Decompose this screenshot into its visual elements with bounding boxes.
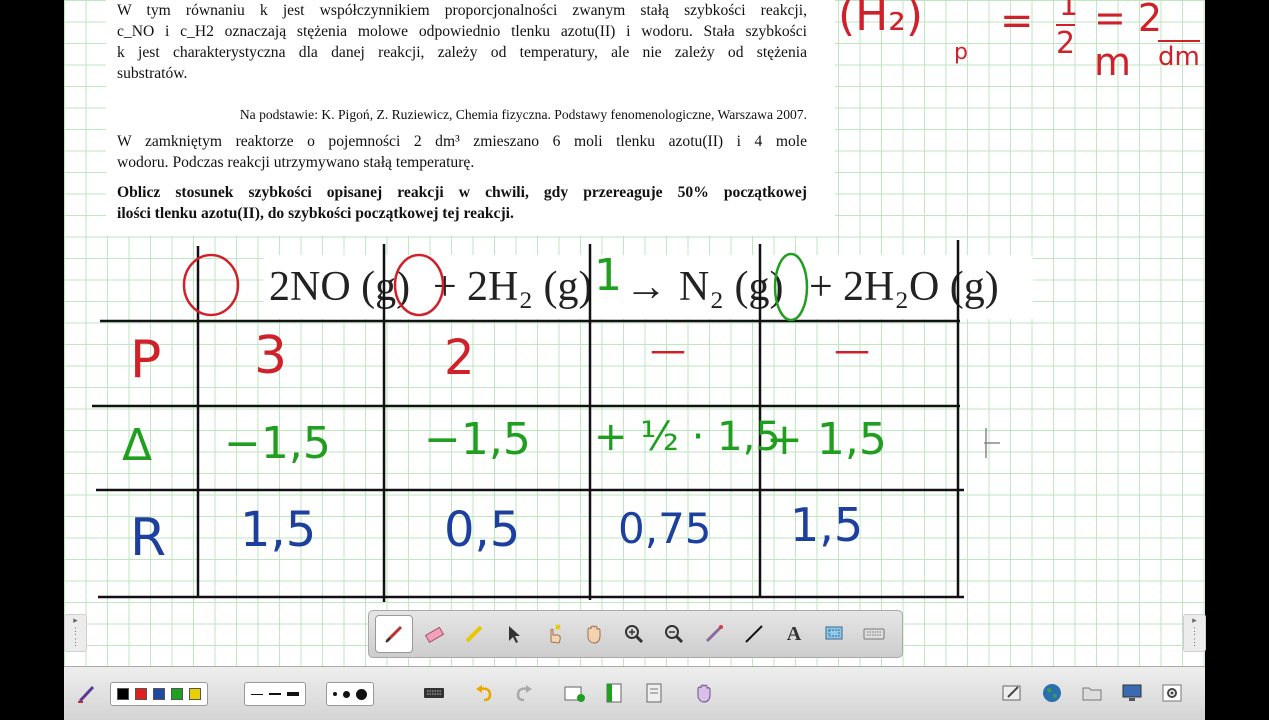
- scroll-left-handle[interactable]: ▸ ⋮ ⋮: [64, 614, 87, 652]
- redo-icon[interactable]: [510, 679, 538, 707]
- coefficient-circles: [182, 253, 445, 317]
- cell-n2-initial: —: [650, 330, 686, 371]
- pen-properties-icon[interactable]: [72, 679, 100, 707]
- globe-icon[interactable]: [1038, 679, 1066, 707]
- line-width-thin[interactable]: [251, 693, 263, 695]
- point-size-large[interactable]: [356, 688, 367, 700]
- note-denominator: 2: [1056, 24, 1076, 61]
- cell-no-equilibrium: 1,5: [240, 502, 317, 558]
- point-size-small[interactable]: [333, 692, 337, 696]
- screen-capture-icon[interactable]: [815, 615, 853, 653]
- cell-no-initial: 3: [254, 326, 288, 386]
- page-sorter-icon[interactable]: [600, 679, 628, 707]
- color-swatch-red[interactable]: [135, 688, 147, 700]
- note-subscript-p: p: [954, 40, 968, 65]
- note-unit: dm: [1158, 40, 1200, 72]
- scroll-right-handle[interactable]: ▸ ⋮ ⋮: [1183, 614, 1206, 652]
- text-tool-label: A: [786, 622, 802, 645]
- pointer-hand-icon[interactable]: [535, 615, 573, 653]
- keyboard-icon[interactable]: [420, 679, 448, 707]
- select-arrow-icon[interactable]: [495, 615, 533, 653]
- line-width-selector: [244, 682, 306, 706]
- color-swatch-green[interactable]: [171, 688, 183, 700]
- coefficient-one: 1: [594, 250, 622, 301]
- settings-gear-icon[interactable]: [1158, 679, 1186, 707]
- eraser-icon[interactable]: [415, 615, 453, 653]
- folder-icon[interactable]: [1078, 679, 1106, 707]
- whiteboard-canvas[interactable]: W tym równaniu k jest współczynnikiem pr…: [64, 0, 1205, 666]
- document-icon[interactable]: [640, 679, 668, 707]
- pan-hand-icon[interactable]: [575, 615, 613, 653]
- keyboard-icon[interactable]: [855, 615, 893, 653]
- bottom-toolbar: [64, 666, 1205, 720]
- edit-mode-icon[interactable]: [998, 679, 1026, 707]
- line-icon[interactable]: [735, 615, 773, 653]
- crosshair-cursor-icon: [984, 428, 1000, 458]
- new-page-icon[interactable]: [560, 679, 588, 707]
- zoom-out-icon[interactable]: [655, 615, 693, 653]
- note-numerator: 1: [1059, 0, 1079, 23]
- cell-h2o-equilibrium: 1,5: [790, 498, 864, 552]
- note-h2-concentration: (H₂): [838, 0, 924, 41]
- pen-icon[interactable]: [375, 615, 413, 653]
- color-swatch-black[interactable]: [117, 688, 129, 700]
- row-label-change: Δ: [122, 420, 153, 471]
- cell-n2-equilibrium: 0,75: [618, 504, 712, 553]
- cell-h2-change: −1,5: [424, 414, 531, 465]
- point-size-medium[interactable]: [343, 690, 350, 698]
- undo-icon[interactable]: [470, 679, 498, 707]
- cell-h2o-initial: —: [834, 330, 870, 371]
- display-icon[interactable]: [1118, 679, 1146, 707]
- note-equals: =: [1000, 0, 1034, 44]
- text-recognition-icon[interactable]: A: [775, 615, 813, 653]
- color-palette: [110, 682, 208, 706]
- magic-pen-icon[interactable]: [695, 615, 733, 653]
- color-swatch-yellow[interactable]: [189, 688, 201, 700]
- multi-touch-icon[interactable]: [690, 679, 718, 707]
- row-label-equilibrium: R: [130, 508, 167, 568]
- handwriting-layer: [92, 240, 1000, 602]
- cell-no-change: −1,5: [224, 418, 331, 469]
- row-label-initial: P: [130, 330, 162, 390]
- highlighter-icon[interactable]: [455, 615, 493, 653]
- line-width-thick[interactable]: [287, 692, 299, 696]
- cell-h2o-change: + 1,5: [766, 414, 887, 465]
- screen: W tym równaniu k jest współczynnikiem pr…: [0, 0, 1269, 720]
- point-size-selector: [326, 682, 374, 706]
- color-swatch-blue[interactable]: [153, 688, 165, 700]
- line-width-medium[interactable]: [269, 693, 281, 695]
- cell-h2-initial: 2: [444, 330, 475, 386]
- cell-n2-change: + ½ · 1,5: [594, 414, 781, 460]
- cell-h2-equilibrium: 0,5: [444, 502, 521, 558]
- floating-tools-toolbar: A: [368, 610, 903, 658]
- zoom-in-icon[interactable]: [615, 615, 653, 653]
